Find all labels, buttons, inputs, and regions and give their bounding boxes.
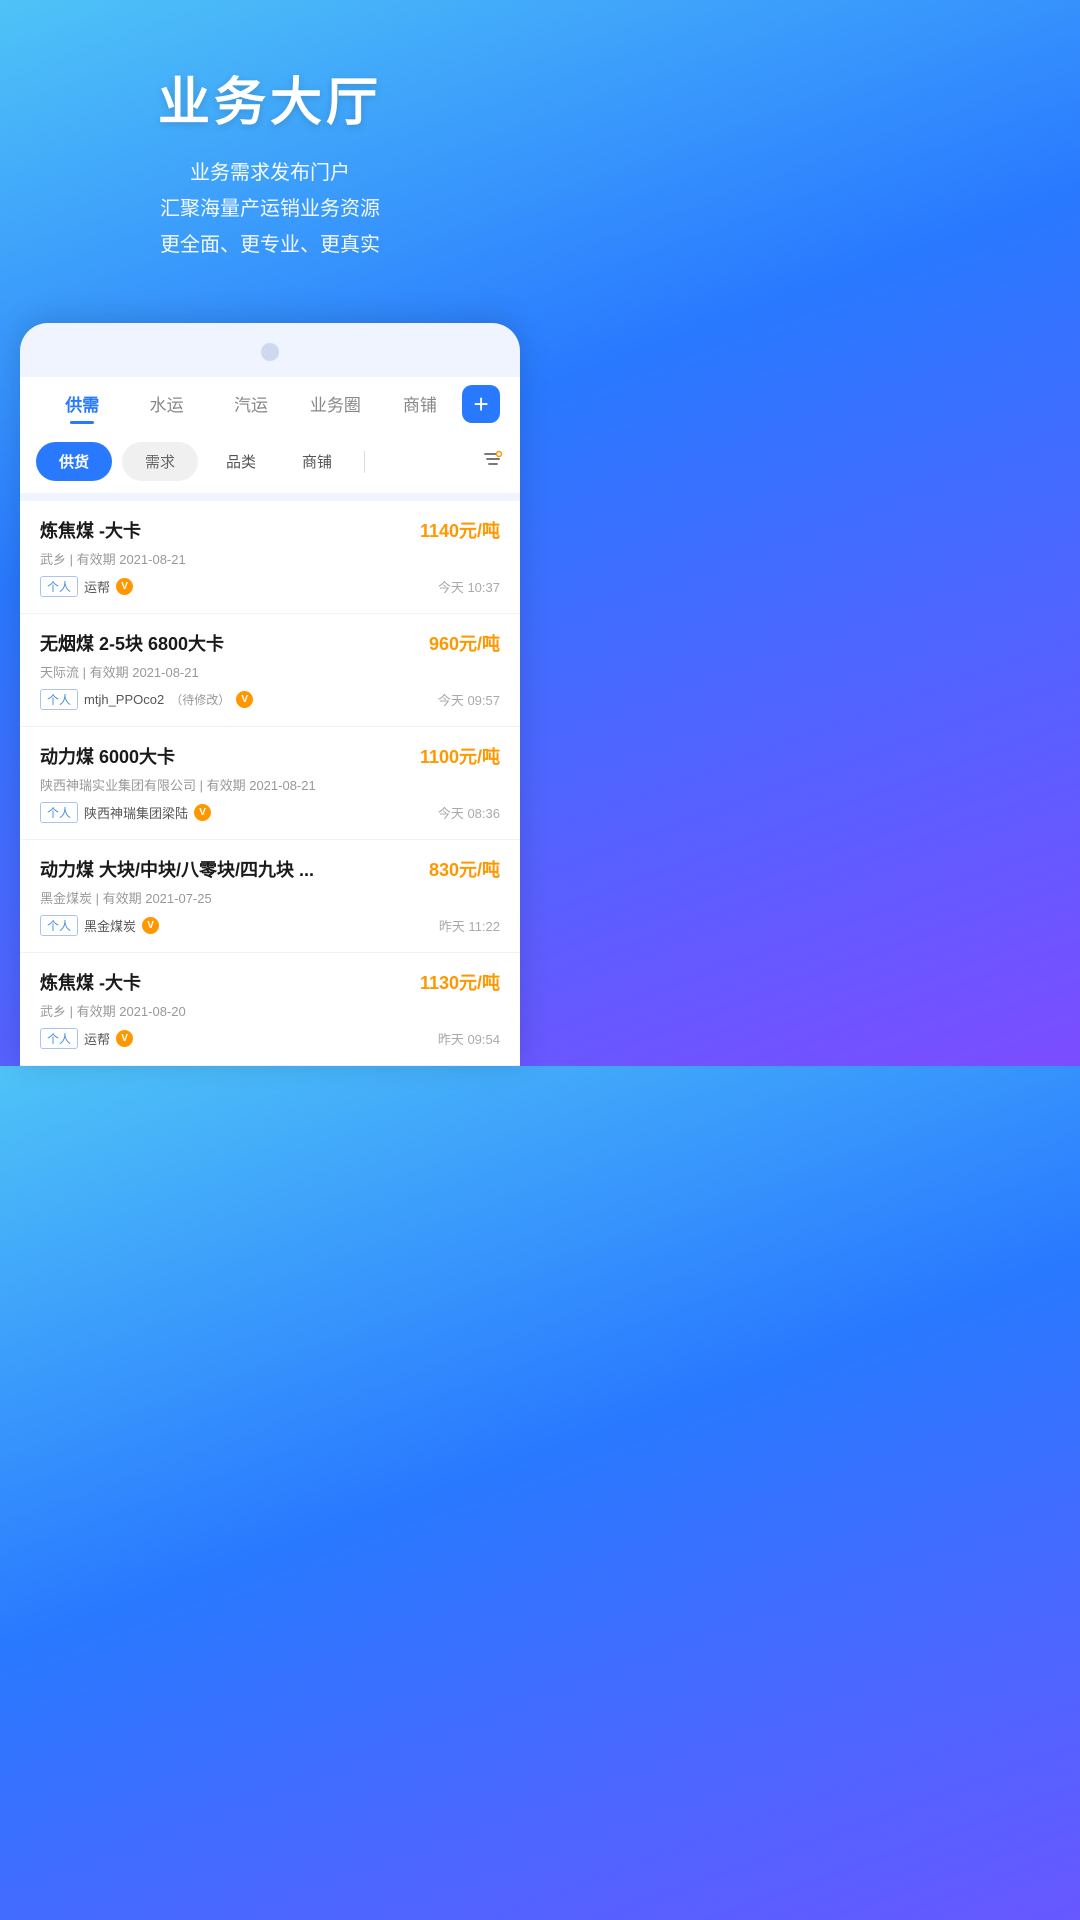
- listing-meta: 黑金煤炭 | 有效期 2021-07-25: [40, 888, 500, 907]
- listing-item[interactable]: 炼焦煤 -大卡 1130元/吨 武乡 | 有效期 2021-08-20 个人 运…: [20, 953, 520, 1066]
- listing-title: 动力煤 6000大卡: [40, 743, 420, 769]
- tag-pending: （待修改）: [170, 691, 230, 708]
- filter-supply-btn[interactable]: 供货: [36, 442, 112, 481]
- filter-divider: [364, 451, 365, 473]
- listing-title: 炼焦煤 -大卡: [40, 969, 420, 995]
- tag-personal: 个人: [40, 802, 78, 823]
- add-button[interactable]: +: [462, 385, 500, 423]
- filter-shop-tag[interactable]: 商铺: [284, 443, 350, 480]
- tag-v: V: [194, 804, 211, 821]
- tag-v: V: [116, 1030, 133, 1047]
- page-subtitle: 业务需求发布门户 汇聚海量产运销业务资源 更全面、更专业、更真实: [20, 155, 520, 263]
- listing-tags: 个人 运帮 V: [40, 1028, 133, 1049]
- filter-icon[interactable]: [482, 448, 504, 476]
- listing-time: 今天 10:37: [438, 577, 500, 596]
- page-title: 业务大厅: [20, 60, 520, 135]
- listing-title: 无烟煤 2-5块 6800大卡: [40, 630, 429, 656]
- listing-item[interactable]: 动力煤 6000大卡 1100元/吨 陕西神瑞实业集团有限公司 | 有效期 20…: [20, 727, 520, 840]
- listing-item[interactable]: 无烟煤 2-5块 6800大卡 960元/吨 天际流 | 有效期 2021-08…: [20, 614, 520, 727]
- tag-personal: 个人: [40, 1028, 78, 1049]
- listing-tags: 个人 黑金煤炭 V: [40, 915, 159, 936]
- filter-category-tag[interactable]: 品类: [208, 443, 274, 480]
- tag-v: V: [142, 917, 159, 934]
- listing-time: 昨天 11:22: [439, 916, 500, 935]
- tag-v: V: [236, 691, 253, 708]
- listing-item[interactable]: 动力煤 大块/中块/八零块/四九块 ... 830元/吨 黑金煤炭 | 有效期 …: [20, 840, 520, 953]
- listing-title: 动力煤 大块/中块/八零块/四九块 ...: [40, 856, 429, 882]
- camera-dot: [261, 343, 279, 361]
- filter-bar: 供货 需求 品类 商铺: [20, 430, 520, 493]
- tab-water[interactable]: 水运: [124, 377, 208, 430]
- listing-meta: 武乡 | 有效期 2021-08-20: [40, 1001, 500, 1020]
- tab-biz-circle[interactable]: 业务圈: [293, 377, 377, 430]
- tag-seller: 陕西神瑞集团梁陆: [84, 803, 188, 822]
- listing-meta: 陕西神瑞实业集团有限公司 | 有效期 2021-08-21: [40, 775, 500, 794]
- listing-price: 1140元/吨: [420, 517, 500, 543]
- listing-price: 960元/吨: [429, 630, 500, 656]
- listing-list: 炼焦煤 -大卡 1140元/吨 武乡 | 有效期 2021-08-21 个人 运…: [20, 501, 520, 1066]
- tab-truck[interactable]: 汽运: [209, 377, 293, 430]
- tag-personal: 个人: [40, 689, 78, 710]
- listing-price: 1100元/吨: [420, 743, 500, 769]
- tag-seller: 运帮: [84, 1029, 110, 1048]
- listing-time: 今天 09:57: [438, 690, 500, 709]
- listing-meta: 武乡 | 有效期 2021-08-21: [40, 549, 500, 568]
- tab-bar: 供需 水运 汽运 业务圈 商铺 +: [20, 377, 520, 430]
- listing-tags: 个人 mtjh_PPOco2 （待修改） V: [40, 689, 253, 710]
- tab-shop[interactable]: 商铺: [378, 377, 462, 430]
- main-card: 供需 水运 汽运 业务圈 商铺 + 供货 需求 品类 商铺: [20, 323, 520, 1066]
- listing-price: 830元/吨: [429, 856, 500, 882]
- tag-seller: mtjh_PPOco2: [84, 692, 164, 707]
- listing-item[interactable]: 炼焦煤 -大卡 1140元/吨 武乡 | 有效期 2021-08-21 个人 运…: [20, 501, 520, 614]
- listing-time: 昨天 09:54: [438, 1029, 500, 1048]
- tab-supply[interactable]: 供需: [40, 377, 124, 430]
- listing-time: 今天 08:36: [438, 803, 500, 822]
- tag-seller: 运帮: [84, 577, 110, 596]
- listing-price: 1130元/吨: [420, 969, 500, 995]
- listing-title: 炼焦煤 -大卡: [40, 517, 420, 543]
- tag-v: V: [116, 578, 133, 595]
- listing-tags: 个人 陕西神瑞集团梁陆 V: [40, 802, 211, 823]
- header-section: 业务大厅 业务需求发布门户 汇聚海量产运销业务资源 更全面、更专业、更真实: [0, 0, 540, 303]
- tag-seller: 黑金煤炭: [84, 916, 136, 935]
- tag-personal: 个人: [40, 576, 78, 597]
- listing-tags: 个人 运帮 V: [40, 576, 133, 597]
- filter-demand-btn[interactable]: 需求: [122, 442, 198, 481]
- tag-personal: 个人: [40, 915, 78, 936]
- listing-meta: 天际流 | 有效期 2021-08-21: [40, 662, 500, 681]
